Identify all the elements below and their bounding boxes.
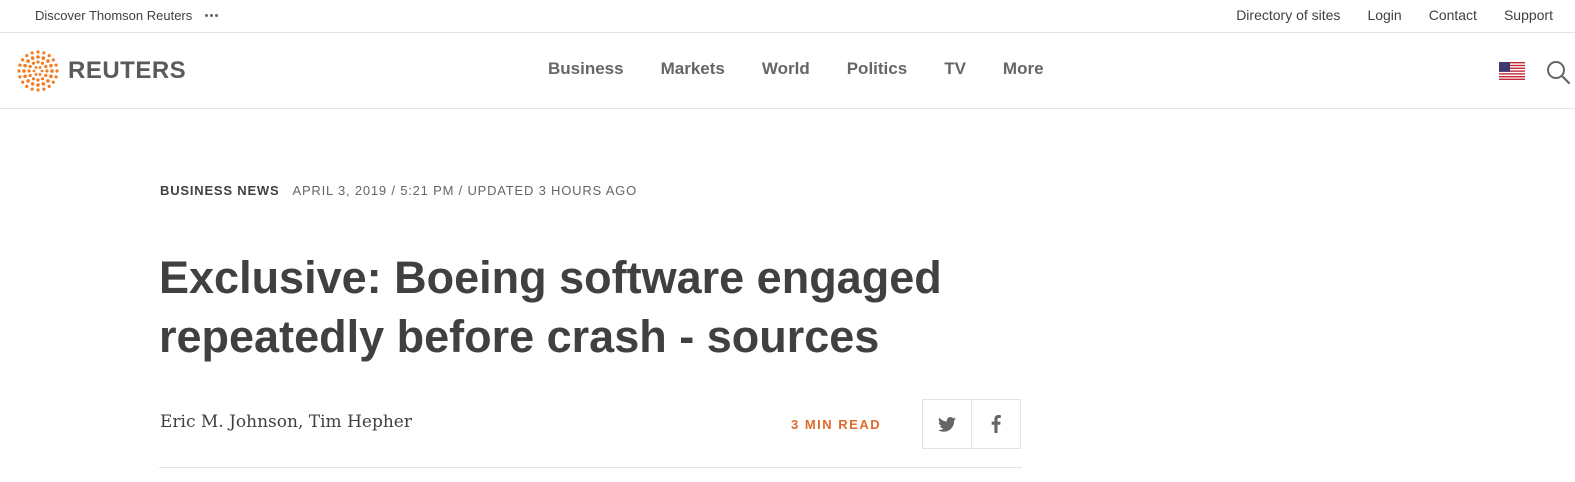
article-byline[interactable]: Eric M. Johnson, Tim Hepher (160, 412, 412, 432)
more-dots-icon (205, 14, 219, 17)
nav-markets[interactable]: Markets (661, 59, 725, 79)
nav-world[interactable]: World (762, 59, 810, 79)
read-time-label: 3 MIN READ (791, 417, 882, 432)
article-dateline: APRIL 3, 2019 / 5:21 PM / UPDATED 3 HOUR… (292, 183, 637, 198)
share-buttons (922, 399, 1021, 449)
discover-label: Discover Thomson Reuters (35, 8, 193, 23)
section-link[interactable]: BUSINESS NEWS (160, 183, 279, 198)
logo-wordmark: REUTERS (68, 57, 187, 84)
reuters-logo[interactable]: REUTERS (17, 50, 186, 92)
nav-tv[interactable]: TV (944, 59, 966, 79)
contact-link[interactable]: Contact (1429, 7, 1477, 23)
article-kicker: BUSINESS NEWS APRIL 3, 2019 / 5:21 PM / … (160, 183, 637, 198)
search-icon[interactable] (1546, 60, 1572, 84)
support-link[interactable]: Support (1504, 7, 1553, 23)
facebook-icon (991, 415, 1001, 433)
main-nav: REUTERS Business Markets World Politics … (0, 33, 1575, 109)
twitter-icon (938, 416, 956, 432)
share-twitter-button[interactable] (922, 399, 972, 449)
directory-of-sites-link[interactable]: Directory of sites (1236, 7, 1340, 23)
article-headline: Exclusive: Boeing software engaged repea… (159, 252, 942, 362)
reuters-logo-mark (17, 50, 59, 92)
utility-links: Directory of sites Login Contact Support (1236, 7, 1553, 23)
nav-more[interactable]: More (1003, 59, 1044, 79)
login-link[interactable]: Login (1367, 7, 1401, 23)
header-divider (159, 467, 1022, 468)
share-facebook-button[interactable] (972, 399, 1021, 449)
nav-business[interactable]: Business (548, 59, 624, 79)
nav-politics[interactable]: Politics (847, 59, 907, 79)
us-flag-icon[interactable] (1499, 62, 1525, 80)
primary-nav: Business Markets World Politics TV More (548, 59, 1044, 79)
utility-bar: Discover Thomson Reuters Directory of si… (0, 0, 1575, 33)
discover-thomson-reuters-button[interactable]: Discover Thomson Reuters (35, 8, 219, 23)
